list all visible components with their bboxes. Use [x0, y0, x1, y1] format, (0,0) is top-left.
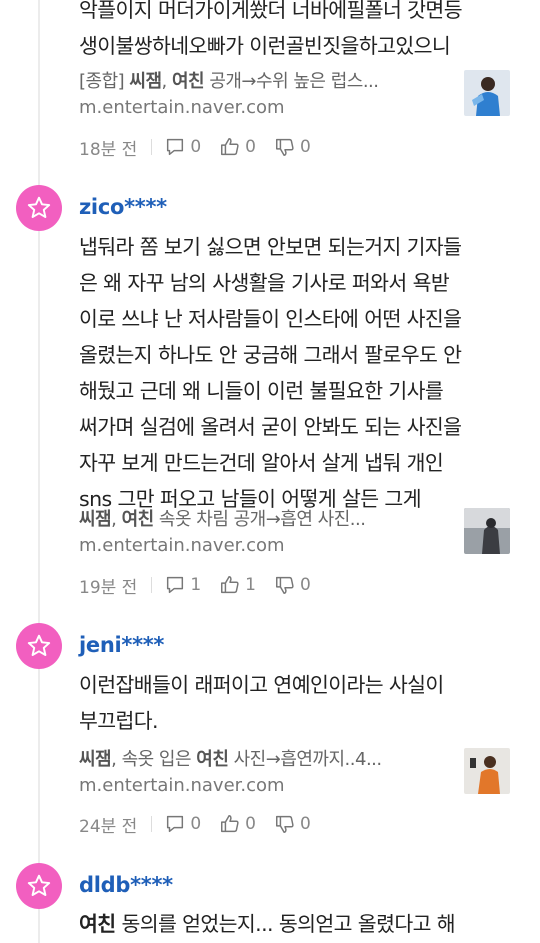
dislike-button[interactable]: 0: [274, 136, 311, 158]
news-thumbnail[interactable]: [464, 748, 510, 794]
comment-body: 이런잡배들이 래퍼이고 연예인이라는 사실이 부끄럽다.: [79, 667, 510, 739]
dislike-count: 0: [299, 137, 311, 157]
avatar[interactable]: [16, 863, 62, 909]
reply-button[interactable]: 1: [164, 574, 201, 596]
comment-body-line: 올렸는지 하나도 안 궁금해 그래서 팔로우도 안: [79, 343, 462, 367]
like-count: 0: [245, 814, 256, 834]
comment-time: 18분 전: [79, 139, 138, 160]
reply-count: 1: [190, 575, 202, 595]
dislike-button[interactable]: 0: [274, 813, 311, 835]
comment-icon: [167, 815, 184, 833]
news-domain: m.entertain.naver.com: [79, 535, 285, 556]
comment-body-line: 해뒀고 근데 왜 니들이 이런 불필요한 기사를: [79, 379, 444, 403]
reply-button[interactable]: 0: [164, 136, 201, 158]
news-headline[interactable]: [종합] 씨잼, 여친 공개→수위 높은 럽스...: [79, 67, 440, 93]
thumbs-down-icon: [276, 138, 294, 156]
divider: [151, 816, 153, 832]
comment-body-line: 냅둬라 쫌 보기 싫으면 안보면 되는거지 기자들: [79, 235, 462, 259]
comment-icon: [167, 138, 184, 156]
news-thumbnail[interactable]: [464, 70, 510, 116]
star-icon: [27, 196, 51, 218]
news-domain: m.entertain.naver.com: [79, 775, 285, 796]
star-icon: [27, 874, 51, 896]
timeline-line: [38, 0, 40, 943]
star-icon: [27, 634, 51, 656]
news-link-card[interactable]: [종합] 씨잼, 여친 공개→수위 높은 럽스... m.entertain.n…: [79, 67, 510, 143]
comment-body-line: 부끄럽다.: [79, 709, 159, 733]
avatar[interactable]: [16, 623, 62, 669]
reply-count: 0: [190, 814, 202, 834]
news-link-card[interactable]: 씨잼, 여친 속옷 차림 공개→흡연 사진... m.entertain.nav…: [79, 505, 510, 581]
comment-body: 냅둬라 쫌 보기 싫으면 안보면 되는거지 기자들 은 왜 자꾸 남의 사생활을…: [79, 229, 510, 517]
comment-body-line: 자꾸 보게 만드는건데 알아서 살게 냅둬 개인: [79, 451, 444, 475]
news-headline[interactable]: 씨잼, 속옷 입은 여친 사진→흡연까지..4...: [79, 745, 440, 771]
divider: [151, 139, 153, 155]
like-button[interactable]: 1: [219, 574, 256, 596]
divider: [151, 577, 153, 593]
comment-meta: 18분 전 0 0 0: [79, 134, 329, 160]
comment-body-line: 악플이지 머더가이게쐈더 너바에필폴너 갓면등: [79, 0, 463, 22]
comment-body-line: 생이불쌍하네오빠가 이런골빈짓을하고있으니: [79, 34, 451, 58]
reply-button[interactable]: 0: [164, 813, 201, 835]
news-thumbnail[interactable]: [464, 508, 510, 554]
comment-body-line: 이런잡배들이 래퍼이고 연예인이라는 사실이: [79, 673, 444, 697]
dislike-count: 0: [299, 575, 311, 595]
news-link-card[interactable]: 씨잼, 속옷 입은 여친 사진→흡연까지..4... m.entertain.n…: [79, 745, 510, 821]
username[interactable]: dldb****: [79, 873, 173, 897]
comment-time: 19분 전: [79, 577, 138, 598]
comment-body: 악플이지 머더가이게쐈더 너바에필폴너 갓면등 생이불쌍하네오빠가 이런골빈짓을…: [79, 0, 510, 64]
like-count: 1: [245, 575, 256, 595]
comment-body-line: 써가며 실검에 올려서 굳이 안봐도 되는 사진을: [79, 415, 462, 439]
dislike-button[interactable]: 0: [274, 574, 311, 596]
dislike-count: 0: [299, 814, 311, 834]
news-domain: m.entertain.naver.com: [79, 97, 285, 118]
comment-body: 여친 동의를 얻었는지... 동의얻고 올렸다고 해: [79, 906, 510, 942]
comment-time: 24분 전: [79, 816, 138, 837]
thumbs-down-icon: [276, 576, 294, 594]
thumbs-up-icon: [221, 138, 239, 156]
comment-meta: 24분 전 0 0 0: [79, 811, 329, 837]
like-button[interactable]: 0: [219, 136, 256, 158]
comment-icon: [167, 576, 184, 594]
avatar[interactable]: [16, 185, 62, 231]
thumbs-up-icon: [221, 576, 239, 594]
thumbs-down-icon: [276, 815, 294, 833]
username[interactable]: jeni****: [79, 633, 164, 657]
like-button[interactable]: 0: [219, 813, 256, 835]
comment-body-line: 이로 쓰냐 난 저사람들이 인스타에 어떤 사진을: [79, 307, 462, 331]
thumbs-up-icon: [221, 815, 239, 833]
like-count: 0: [245, 137, 256, 157]
comment-meta: 19분 전 1 1 0: [79, 572, 329, 598]
comment-body-line: 여친 동의를 얻었는지... 동의얻고 올렸다고 해: [79, 912, 456, 936]
comment-body-line: 은 왜 자꾸 남의 사생활을 기사로 퍼와서 욕받: [79, 271, 450, 295]
news-headline[interactable]: 씨잼, 여친 속옷 차림 공개→흡연 사진...: [79, 505, 440, 531]
username[interactable]: zico****: [79, 195, 167, 219]
reply-count: 0: [190, 137, 202, 157]
